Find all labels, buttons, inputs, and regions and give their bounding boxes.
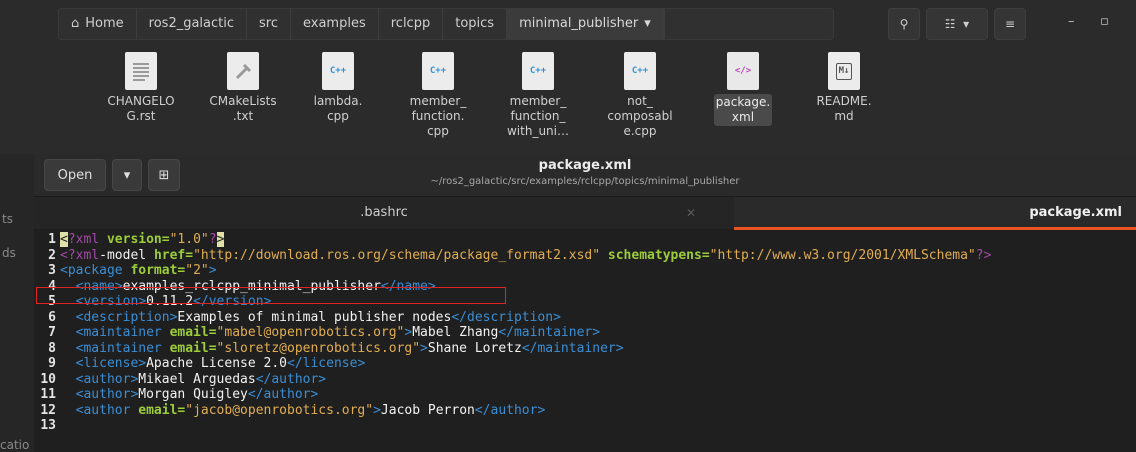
sidebar-text: ts	[2, 212, 13, 226]
minimize-button[interactable]: –	[1068, 14, 1075, 29]
line-number: 10	[40, 371, 56, 387]
line-number: 6	[48, 309, 56, 325]
file-item-cmakelists[interactable]: CMakeLists .txt	[205, 52, 281, 124]
document-path: ~/ros2_galactic/src/examples/rclcpp/topi…	[430, 176, 740, 187]
list-view-icon: ☷ ▾	[944, 17, 970, 31]
breadcrumb-minimal-publisher[interactable]: minimal_publisher ▾	[507, 9, 664, 39]
code-line: <author>Mikael Arguedas</author>	[75, 371, 327, 387]
line-number: 13	[40, 418, 56, 433]
file-item-not-composable[interactable]: C++ not_ composabl e.cpp	[602, 52, 678, 139]
file-item-changelog[interactable]: CHANGELO G.rst	[103, 52, 179, 124]
tab-bashrc[interactable]: .bashrc	[34, 197, 734, 229]
line-number: 12	[40, 402, 56, 418]
file-manager-toolbar: ⌂ Home ros2_galactic src examples rclcpp…	[0, 0, 1136, 44]
annotation-highlight-box	[36, 287, 506, 304]
line-number: 8	[48, 340, 56, 356]
search-button[interactable]: ⚲	[888, 8, 920, 40]
breadcrumb-empty-area	[663, 9, 833, 39]
tab-package-xml[interactable]: package.xml	[734, 197, 1136, 229]
line-number: 11	[40, 387, 56, 402]
sidebar-fragment: ts ds catio	[0, 154, 34, 452]
chevron-down-icon: ▾	[644, 16, 651, 31]
document-title: package.xml	[538, 158, 632, 173]
breadcrumb-ros2-galactic[interactable]: ros2_galactic	[137, 9, 248, 39]
breadcrumb-src[interactable]: src	[247, 9, 291, 39]
file-name: member_ function. cpp	[409, 94, 467, 138]
minimize-icon: –	[1068, 14, 1075, 29]
maximize-icon: ▫	[1100, 14, 1109, 29]
search-icon: ⚲	[899, 17, 909, 31]
file-item-member-function-cpp[interactable]: C++ member_ function. cpp	[400, 52, 476, 139]
line-number: 7	[48, 325, 56, 340]
line-number: 3	[48, 263, 56, 278]
code-line: <author>Morgan Quigley</author>	[75, 387, 319, 402]
code-line: <description>Examples of minimal publish…	[75, 309, 561, 325]
cpp-file-icon: C++	[322, 52, 354, 90]
line-number: 2	[48, 247, 56, 263]
breadcrumb-home[interactable]: ⌂ Home	[59, 9, 137, 39]
code-editor[interactable]: 1 <?xml version="1.0"?> 2 <?xml-model href=…	[34, 230, 1136, 452]
close-icon[interactable]: ✕	[686, 197, 696, 229]
file-name: member_ function_ with_uni…	[506, 94, 569, 138]
code-line: <package format="2">	[60, 263, 217, 278]
code-line: <?xml-model href="http://download.ros.or…	[60, 247, 992, 263]
xml-file-icon: </>	[727, 52, 759, 90]
menu-button[interactable]: ≡	[994, 8, 1026, 40]
code-line: <author email="jacob@openrobotics.org">J…	[75, 402, 546, 418]
editor-header-bar: Open ▾ ⊞ package.xml ~/ros2_galactic/src…	[34, 154, 1136, 197]
hamburger-icon: ≡	[1004, 17, 1016, 31]
markdown-file-icon: M↓	[828, 52, 860, 90]
file-item-package-xml[interactable]: </> package. xml	[705, 52, 781, 126]
tab-bar: .bashrc ✕ package.xml	[34, 197, 1136, 229]
code-line: <maintainer email="sloretz@openrobotics.…	[75, 340, 624, 356]
line-number: 1	[48, 232, 56, 247]
cpp-file-icon: C++	[624, 52, 656, 90]
file-item-member-function-with-unique[interactable]: C++ member_ function_ with_uni…	[500, 52, 576, 139]
file-item-lambda-cpp[interactable]: C++ lambda. cpp	[300, 52, 376, 124]
file-name: package. xml	[713, 94, 773, 126]
code-line: <?xml version="1.0"?>	[60, 232, 225, 247]
cpp-file-icon: C++	[522, 52, 554, 90]
home-icon: ⌂	[71, 16, 80, 31]
view-options-button[interactable]: ☷ ▾	[926, 8, 988, 40]
maximize-button[interactable]: ▫	[1100, 14, 1109, 29]
breadcrumb-rclcpp[interactable]: rclcpp	[379, 9, 444, 39]
file-name: not_ composabl e.cpp	[607, 94, 673, 138]
cmake-file-icon	[227, 52, 259, 90]
cpp-file-icon: C++	[422, 52, 454, 90]
file-name: lambda. cpp	[313, 94, 363, 123]
sidebar-text: catio	[0, 438, 30, 452]
code-line: <maintainer email="mabel@openrobotics.or…	[75, 325, 601, 340]
breadcrumb: ⌂ Home ros2_galactic src examples rclcpp…	[58, 8, 834, 40]
code-line: <license>Apache License 2.0</license>	[75, 356, 366, 371]
file-name: CHANGELO G.rst	[107, 94, 175, 123]
file-grid: CHANGELO G.rst CMakeLists .txt C++ lambda.…	[0, 44, 1136, 154]
sidebar-text: ds	[2, 246, 16, 260]
breadcrumb-topics[interactable]: topics	[443, 9, 508, 39]
line-number: 9	[48, 356, 56, 371]
breadcrumb-examples[interactable]: examples	[291, 9, 379, 39]
file-name: README. md	[816, 94, 872, 123]
text-file-icon	[125, 52, 157, 90]
file-name: CMakeLists .txt	[209, 94, 277, 123]
file-item-readme[interactable]: M↓ README. md	[806, 52, 882, 124]
